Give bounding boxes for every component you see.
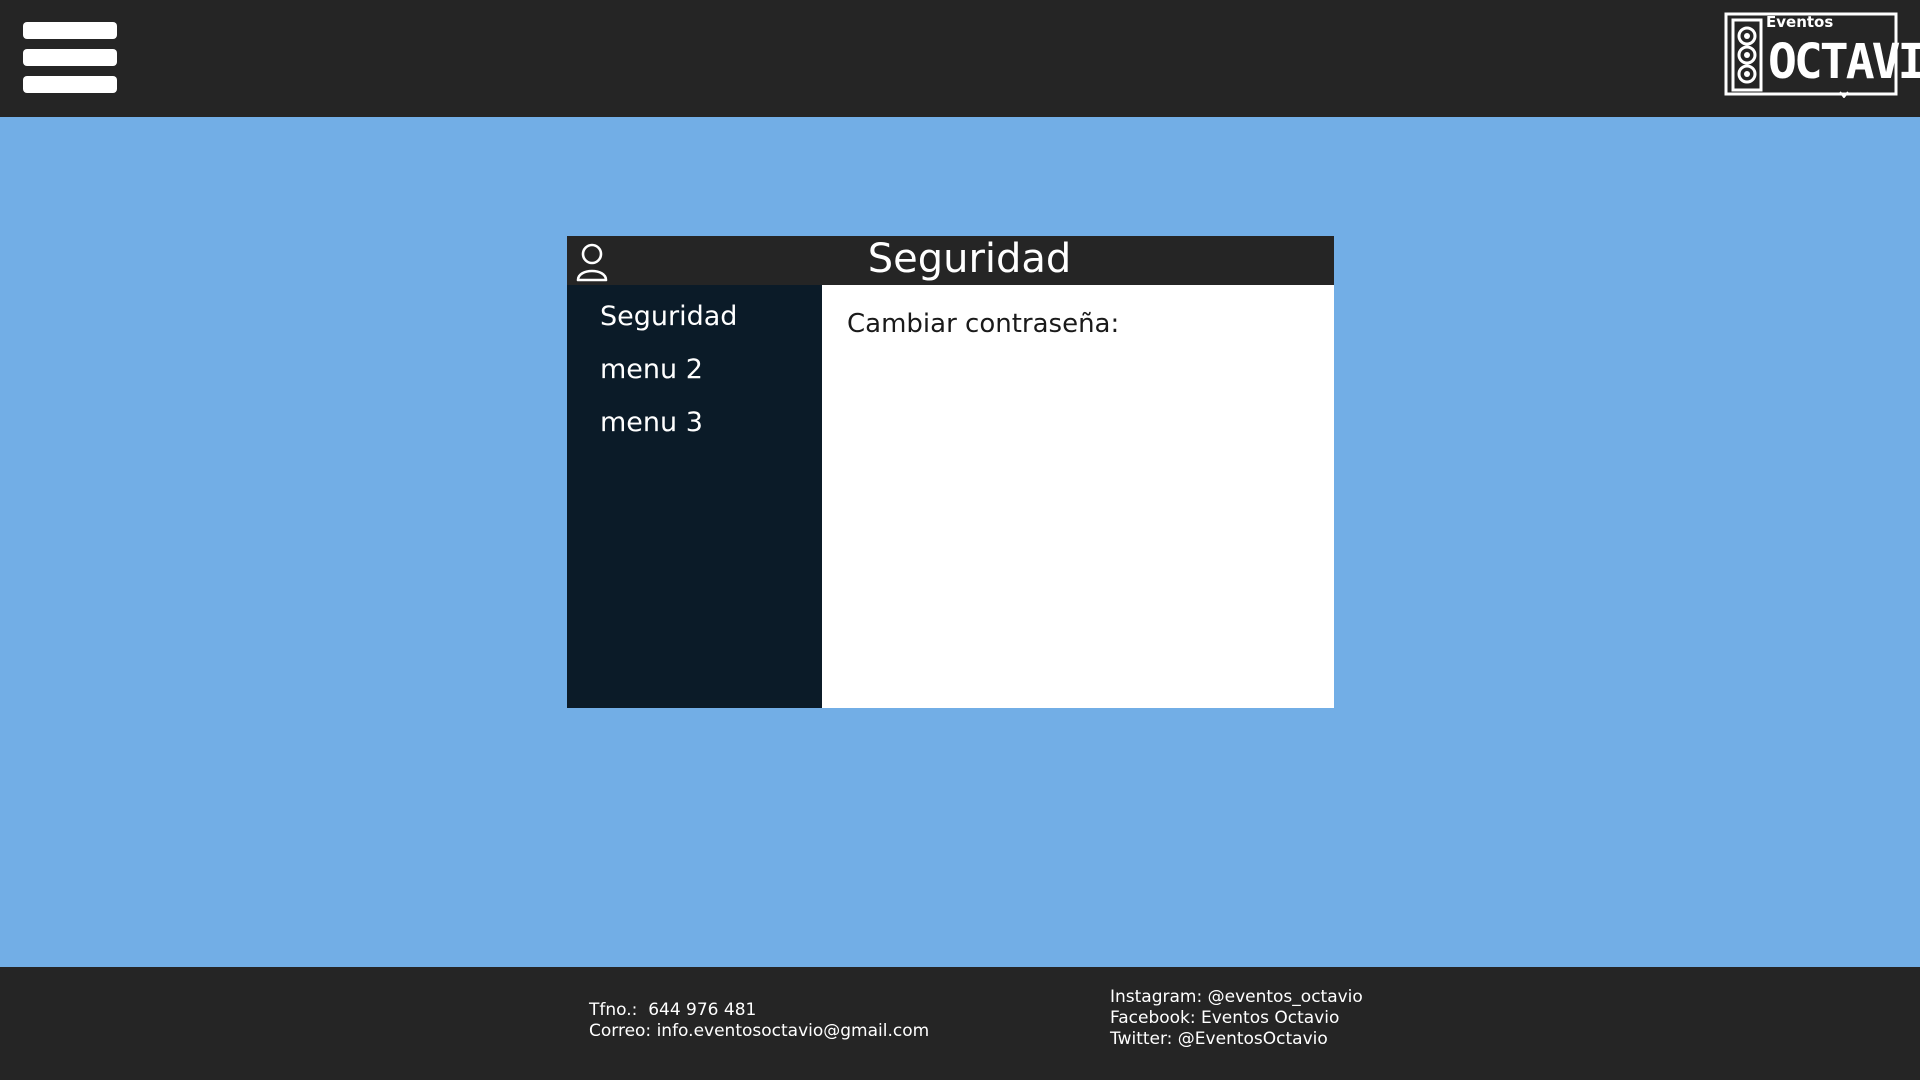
top-bar: Eventos OCTAVIO: [0, 0, 1920, 117]
change-password-label: Cambiar contraseña:: [847, 309, 1120, 339]
security-panel: Seguridad Seguridad menu 2 menu 3 Cambia…: [567, 236, 1334, 708]
panel-header: Seguridad: [567, 236, 1334, 285]
instagram-link[interactable]: Instagram: @eventos_octavio: [1110, 987, 1363, 1008]
phone-label: Tfno.:: [589, 1000, 638, 1020]
menu-item-seguridad[interactable]: Seguridad: [600, 300, 737, 334]
facebook-link[interactable]: Facebook: Eventos Octavio: [1110, 1008, 1363, 1029]
content-area: Cambiar contraseña:: [822, 285, 1334, 708]
phone-line: Tfno.: 644 976 481: [589, 1000, 929, 1021]
email-address[interactable]: info.eventosoctavio@gmail.com: [657, 1021, 930, 1041]
hamburger-line: [23, 22, 117, 39]
email-line: Correo: info.eventosoctavio@gmail.com: [589, 1021, 929, 1042]
twitter-link[interactable]: Twitter: @EventosOctavio: [1110, 1029, 1363, 1050]
footer: Tfno.: 644 976 481 Correo: info.eventoso…: [0, 967, 1920, 1080]
email-label: Correo:: [589, 1021, 652, 1041]
menu-item-menu-2[interactable]: menu 2: [600, 353, 703, 387]
hamburger-line: [23, 76, 117, 93]
logo-small-text: Eventos: [1766, 13, 1834, 31]
logo-main-text: OCTAVIO: [1768, 34, 1920, 90]
contact-info: Tfno.: 644 976 481 Correo: info.eventoso…: [589, 1000, 929, 1042]
phone-number: 644 976 481: [648, 1000, 757, 1020]
social-links: Instagram: @eventos_octavio Facebook: Ev…: [1110, 987, 1363, 1050]
hamburger-line: [23, 49, 117, 66]
side-menu: Seguridad menu 2 menu 3: [567, 285, 822, 708]
menu-item-menu-3[interactable]: menu 3: [600, 406, 703, 440]
hamburger-menu-icon[interactable]: [23, 22, 117, 94]
page-title: Seguridad: [867, 236, 1072, 282]
eventos-octavio-logo[interactable]: Eventos OCTAVIO: [1724, 12, 1920, 98]
